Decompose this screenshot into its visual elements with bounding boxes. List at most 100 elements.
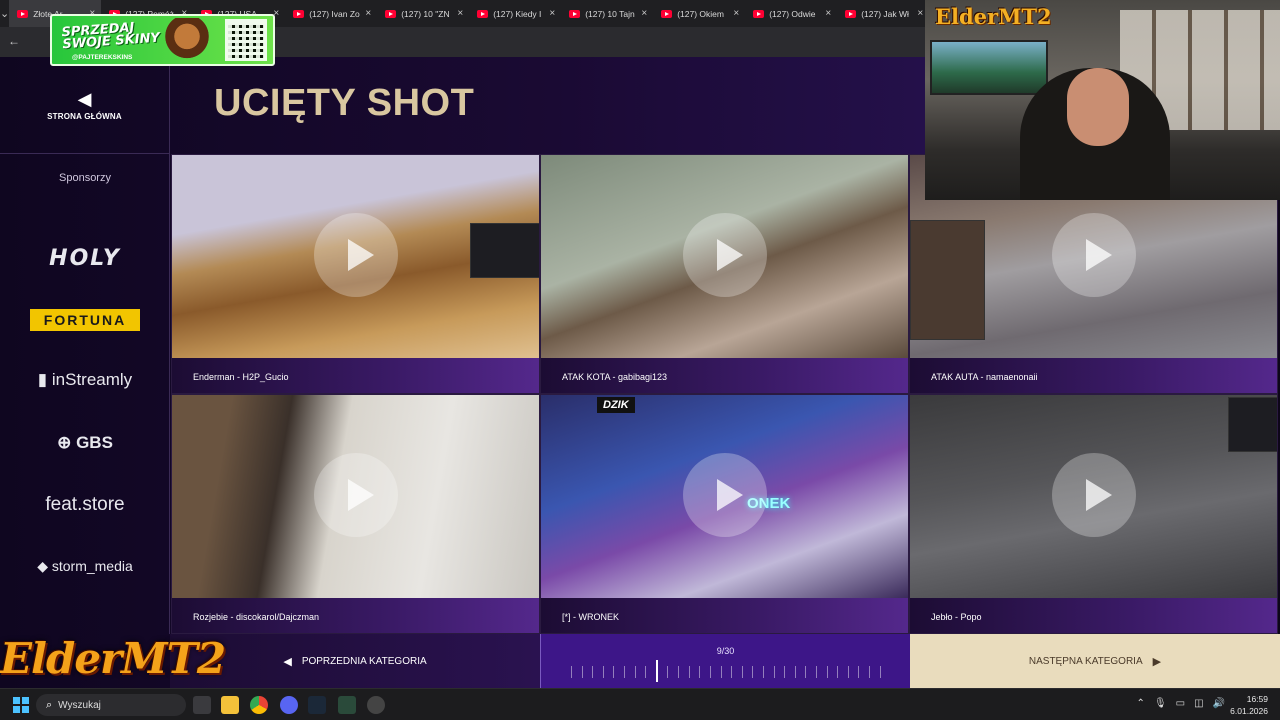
steam-icon[interactable] [308,696,326,714]
promo-text: SPRZEDAJ SWOJE SKINY [61,20,160,52]
left-arrow-icon: ◀ [283,655,292,668]
play-icon[interactable] [682,453,767,537]
file-explorer-icon[interactable] [221,696,239,714]
browser-tab[interactable]: (127) Okiem × [653,0,745,27]
back-arrow-icon[interactable]: ← [8,34,20,48]
close-tab-icon[interactable]: × [917,8,923,19]
windows-start-icon[interactable] [13,697,29,713]
browser-tab[interactable]: (127) Ivan Zo × [285,0,377,27]
sponsor-gbs-logo[interactable]: ⊕ GBS [0,433,170,453]
progress-tick [645,666,647,678]
play-icon[interactable] [1051,213,1136,297]
browser-tab[interactable]: (127) Kiedy I × [469,0,561,27]
youtube-icon [385,9,397,18]
play-icon[interactable] [682,213,767,297]
close-tab-icon[interactable]: × [457,8,463,19]
eldermt2-brand-top: ElderMT2 [935,4,1052,29]
sponsor-instreamly-text: inStreamly [51,370,133,389]
clip-tile[interactable]: Enderman - H2P_Gucio [171,154,540,394]
progress-tick [773,666,775,678]
home-label: STRONA GŁÓWNA [47,112,122,121]
sponsor-gbs-text: GBS [76,433,113,452]
sponsor-storm-media-logo[interactable]: ◆ storm_media [0,558,170,575]
clock-date: 6.01.2026 [1230,706,1268,716]
volume-icon[interactable]: 🔊 [1213,698,1225,709]
progress-tick [678,666,680,678]
clip-caption-bar: [*] - WRONEK [541,598,908,633]
progress-tick [762,666,764,678]
network-icon[interactable]: ◫ [1194,698,1203,709]
chrome-icon[interactable] [250,696,268,714]
clip-caption: ATAK AUTA - namaenonaii [931,372,1038,382]
clip-caption: ATAK KOTA - gabibagi123 [562,372,668,382]
display-icon[interactable]: ▭ [1176,698,1185,709]
sponsors-sidebar: Sponsorzy HOLY FORTUNA ▮ inStreamly ⊕ GB… [0,154,170,634]
app-icon[interactable] [338,696,356,714]
tab-search-chevron-icon[interactable]: ⌄ [0,0,9,27]
streamer-cam-thumbnail [910,220,985,340]
browser-tab[interactable]: (127) 10 Tajn × [561,0,653,27]
browser-tab[interactable]: (127) Odwie × [745,0,837,27]
streamer-head [1067,68,1129,146]
search-icon: ⌕ [46,698,53,711]
clip-caption-bar: Enderman - H2P_Gucio [172,358,539,393]
clip-tile[interactable]: Rozjebie - discokarol/Dajczman [171,394,540,634]
browser-tab[interactable]: (127) Jak Wł × [837,0,925,27]
microphone-icon[interactable]: 🎙 [1154,698,1167,709]
discord-icon[interactable] [280,696,298,714]
clip-caption-bar: Jebło - Popo [910,598,1277,633]
progress-tick [741,666,743,678]
obs-icon[interactable] [367,696,385,714]
storm-media-icon: ◆ [37,558,52,574]
browser-tab-label: (127) 10 Tajn [585,8,635,19]
progress-tick [879,666,881,678]
progress-tick [784,666,786,678]
youtube-icon [753,9,765,18]
close-tab-icon[interactable]: × [549,8,555,19]
progress-tick [869,666,871,678]
progress-tick [709,666,711,678]
progress-tick [667,666,669,678]
sponsor-storm-media-text: storm_media [51,558,133,574]
close-tab-icon[interactable]: × [365,8,371,19]
clip-tile[interactable]: ATAK KOTA - gabibagi123 [540,154,909,394]
close-tab-icon[interactable]: × [641,8,647,19]
sponsor-instreamly-logo[interactable]: ▮ inStreamly [0,370,170,390]
eldermt2-logo: ElderMT2 [0,634,226,683]
left-arrow-icon: ◀ [77,89,92,109]
progress-tick [805,666,807,678]
clip-tile[interactable]: DZIK ONEK [*] - WRONEK [540,394,909,634]
play-icon[interactable] [1051,453,1136,537]
sponsor-fortuna-logo[interactable]: FORTUNA [0,309,170,331]
home-button[interactable]: ◀ STRONA GŁÓWNA [0,57,170,154]
taskbar-search[interactable]: ⌕ Wyszukaj [36,694,186,716]
next-category-button[interactable]: NASTĘPNA KATEGORIA ▶ [910,634,1280,688]
streamer-cam-thumbnail [1228,397,1277,452]
youtube-icon [845,9,857,18]
instreamly-icon: ▮ [37,370,52,389]
browser-tab[interactable]: (127) 10 "ZN × [377,0,469,27]
progress-tick [688,666,690,678]
previous-category-label: POPRZEDNIA KATEGORIA [301,655,427,667]
youtube-icon [569,9,581,18]
windows-taskbar: ⌕ Wyszukaj ⌃ 🎙 ▭ ◫ 🔊 16:59 6.01.2026 [0,688,1280,720]
sponsors-heading: Sponsorzy [59,172,111,184]
progress-tick [581,666,583,678]
qr-code-image [225,19,267,61]
play-icon[interactable] [313,213,398,297]
sponsor-featstore-logo[interactable]: feat.store [0,494,170,516]
close-tab-icon[interactable]: × [825,8,831,19]
close-tab-icon[interactable]: × [733,8,739,19]
category-progress: 9/30 [540,634,910,688]
promo-handle: @PAJTEREKSKINS [72,54,133,61]
task-view-icon[interactable] [193,696,211,714]
chevron-up-icon[interactable]: ⌃ [1137,698,1145,709]
browser-tab-label: (127) Kiedy I [493,8,542,19]
next-category-label: NASTĘPNA KATEGORIA [1028,655,1143,667]
progress-tick [858,666,860,678]
progress-tick [602,666,604,678]
sponsor-holy-logo[interactable]: HOLY [0,246,170,271]
play-icon[interactable] [313,453,398,537]
taskbar-clock[interactable]: 16:59 6.01.2026 [1230,693,1268,717]
clip-tile[interactable]: Jebło - Popo [909,394,1278,634]
